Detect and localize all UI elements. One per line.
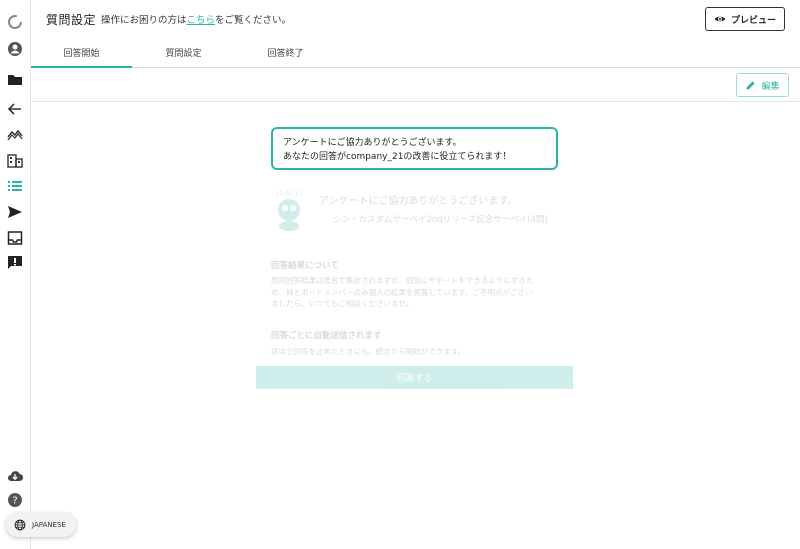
autosave-title: 回答ごとに自動送信されます xyxy=(271,331,382,341)
back-arrow-icon[interactable] xyxy=(5,99,25,119)
results-title: 回答結果について xyxy=(271,261,339,271)
send-icon[interactable] xyxy=(5,202,25,222)
toolbar: 編集 xyxy=(31,69,800,102)
pencil-icon xyxy=(746,80,756,90)
page-title: 質問設定 xyxy=(46,13,97,27)
globe-icon xyxy=(14,519,26,531)
autosave-body: 途中で回答を止めたときにも、続きから開始ができます。 xyxy=(271,347,466,356)
user-icon[interactable] xyxy=(5,39,25,59)
preview-button[interactable]: プレビュー xyxy=(705,7,785,31)
help-text: 操作にお困りの方はこちらをご覧ください。 xyxy=(101,12,291,26)
building-icon[interactable] xyxy=(5,150,25,170)
preview-label: プレビュー xyxy=(730,15,776,26)
inbox-icon[interactable] xyxy=(5,228,25,248)
tab-question-settings[interactable]: 質問設定 xyxy=(132,46,235,68)
list-icon[interactable] xyxy=(5,176,25,196)
folder-icon[interactable] xyxy=(5,70,25,90)
edit-label: 編集 xyxy=(761,81,780,92)
help-icon[interactable]: ? xyxy=(5,490,25,510)
trend-icon[interactable] xyxy=(5,124,25,144)
sidebar: ? xyxy=(0,0,31,549)
callout-line-1: アンケートにご協力ありがとうございます。 xyxy=(283,138,462,148)
language-label: JAPANESE xyxy=(32,521,66,529)
tab-answer-end[interactable]: 回答終了 xyxy=(235,46,336,68)
cloud-download-icon[interactable] xyxy=(5,466,25,486)
language-selector[interactable]: JAPANESE xyxy=(6,513,76,537)
thank-you-callout: アンケートにご協力ありがとうございます。 あなたの回答がcompany_21の改… xyxy=(271,127,558,170)
preview-survey-name: シン・カスタムサーベイ2ndリリース記念サーベイ(4問) xyxy=(333,215,548,225)
preview-heading: アンケートにご協力ありがとうございます。 xyxy=(319,196,518,207)
header: 質問設定 操作にお困りの方はこちらをご覧ください。 プレビュー 回答開始 質問設… xyxy=(31,0,800,68)
answer-button[interactable]: 回答する xyxy=(256,366,573,389)
logo-icon[interactable] xyxy=(5,12,25,32)
help-prefix: 操作にお困りの方は xyxy=(101,15,187,26)
svg-text:11 10 11: 11 10 11 xyxy=(276,190,303,197)
results-body-3: ましたら、いつでもご相談くださいませ。 xyxy=(271,299,414,308)
tab-answer-start[interactable]: 回答開始 xyxy=(31,46,132,68)
results-body-2: め、林とボードメンバーのみ個人の結果を閲覧しています。ご不明点がござい xyxy=(271,288,533,297)
feedback-icon[interactable] xyxy=(5,253,25,273)
help-suffix: をご覧ください。 xyxy=(215,15,292,26)
help-link[interactable]: こちら xyxy=(187,15,216,26)
results-body-1: 原則回答結果は匿名で集計されますが、個別にサポートをできるようにするた xyxy=(271,276,534,285)
edit-button[interactable]: 編集 xyxy=(736,73,789,97)
eye-icon xyxy=(714,16,726,22)
callout-line-2: あなたの回答がcompany_21の改善に役立てられます！ xyxy=(283,152,512,162)
mascot-icon: 11 10 11 xyxy=(276,190,303,231)
svg-text:?: ? xyxy=(12,496,17,507)
